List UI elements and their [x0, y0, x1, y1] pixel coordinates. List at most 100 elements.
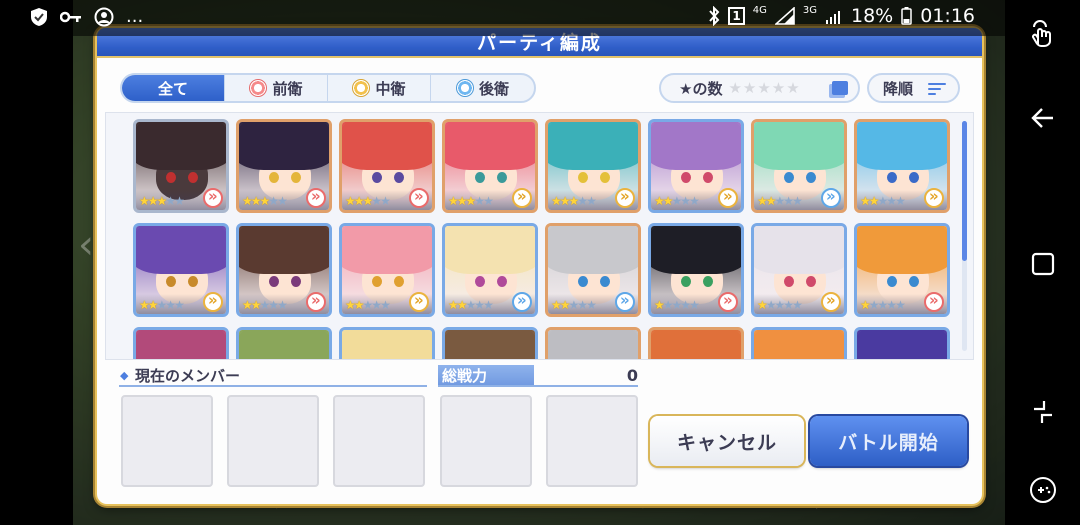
character-card[interactable]: ★★★★★: [236, 327, 332, 359]
character-card[interactable]: ★★★★★: [751, 119, 847, 213]
star-rating: ★★★★★: [448, 298, 494, 312]
star-filled-icon: ★: [242, 194, 253, 208]
scrollbar[interactable]: [962, 121, 967, 351]
character-card[interactable]: ★★★★★: [751, 223, 847, 317]
star-filled-icon: ★: [156, 194, 168, 208]
star-rating: ★★★★★: [139, 298, 185, 312]
star-empty-icon: ★: [474, 298, 485, 312]
character-card[interactable]: ★★★★★: [339, 327, 435, 359]
blue-chevron-icon: [455, 79, 474, 97]
star-filled-icon: ★: [654, 298, 665, 312]
scrollbar-thumb[interactable]: [962, 121, 967, 261]
star-rating: ★★★★★: [551, 194, 597, 208]
tab-middle[interactable]: 中衛: [328, 75, 431, 101]
star-empty-icon: ★: [868, 298, 880, 312]
character-card[interactable]: ★★★★★: [442, 223, 538, 317]
star-empty-icon: ★: [680, 194, 691, 208]
character-card[interactable]: ★★★★★: [236, 223, 332, 317]
back-arrow-icon: ‹: [78, 222, 94, 268]
character-portrait: [445, 330, 535, 359]
tab-front[interactable]: 前衛: [225, 75, 328, 101]
tab-front-label: 前衛: [272, 79, 303, 98]
member-slot-5[interactable]: [546, 395, 638, 487]
recents-icon[interactable]: [1027, 396, 1059, 428]
star-filled-icon: ★: [147, 298, 159, 312]
star-filled-icon: ★: [551, 194, 562, 208]
star-empty-icon: ★: [895, 194, 906, 208]
dropdown-icon: [832, 81, 848, 95]
star-rating: ★★★★★: [242, 194, 288, 208]
star-filled-icon: ★: [242, 298, 253, 312]
character-card[interactable]: ★★★★★: [545, 119, 641, 213]
character-card[interactable]: ★★★★★: [442, 327, 538, 359]
star-empty-icon: ★: [165, 194, 176, 208]
system-nav-bar: [1005, 0, 1080, 525]
star-empty-icon: ★: [259, 298, 271, 312]
star-empty-icon: ★: [483, 298, 494, 312]
red-role-icon: [306, 291, 326, 312]
game-tools-icon[interactable]: [1027, 474, 1059, 506]
character-list[interactable]: ★★★★★★★★★★★★★★★★★★★★★★★★★★★★★★★★★★★★★★★★…: [105, 112, 974, 360]
character-card[interactable]: ★★★★★: [545, 327, 641, 359]
character-card[interactable]: ★★★★★: [751, 327, 847, 359]
star-empty-icon: ★: [371, 194, 382, 208]
touch-gesture-icon[interactable]: [1027, 18, 1059, 50]
signal-bars-icon: [825, 8, 843, 24]
star-filled-icon: ★: [345, 298, 356, 312]
star-filled-icon: ★: [259, 194, 271, 208]
back-icon[interactable]: [1027, 102, 1059, 134]
star-empty-icon: ★: [174, 298, 185, 312]
star-empty-icon: ★: [689, 298, 700, 312]
sort-order-button[interactable]: 降順: [867, 73, 960, 103]
home-icon[interactable]: [1027, 248, 1059, 280]
character-card[interactable]: ★★★★★: [648, 119, 744, 213]
star-empty-icon: ★: [877, 298, 889, 312]
star-empty-icon: ★: [156, 298, 168, 312]
member-slot-3[interactable]: [333, 395, 425, 487]
star-rating: ★★★★★: [551, 298, 597, 312]
start-battle-button[interactable]: バトル開始: [810, 416, 967, 466]
clock: 01:16: [920, 5, 975, 27]
character-portrait: [548, 330, 638, 359]
star-empty-icon: ★: [662, 298, 674, 312]
character-card[interactable]: ★★★★★: [854, 327, 950, 359]
tab-all[interactable]: 全て: [122, 75, 225, 101]
character-card[interactable]: ★★★★★: [648, 327, 744, 359]
star-empty-icon: ★: [586, 194, 597, 208]
character-card[interactable]: ★★★★★: [648, 223, 744, 317]
yellow-role-icon: [615, 187, 635, 208]
star-empty-icon: ★: [277, 298, 288, 312]
character-card[interactable]: ★★★★★: [133, 223, 229, 317]
star-rating: ★★★★★: [345, 194, 391, 208]
character-card[interactable]: ★★★★★: [339, 119, 435, 213]
star-count-filter[interactable]: ★の数 ★★★★★: [659, 73, 860, 103]
character-card[interactable]: ★★★★★: [854, 223, 950, 317]
star-empty-icon: ★: [380, 298, 391, 312]
member-slot-2[interactable]: [227, 395, 319, 487]
character-card[interactable]: ★★★★★: [442, 119, 538, 213]
star-empty-icon: ★: [165, 298, 176, 312]
star-filled-icon: ★: [353, 194, 365, 208]
yellow-chevron-icon: [352, 79, 371, 97]
member-slot-1[interactable]: [121, 395, 213, 487]
star-filled-icon: ★: [465, 194, 477, 208]
character-card[interactable]: ★★★★★: [133, 119, 229, 213]
character-card[interactable]: ★★★★★: [339, 223, 435, 317]
battery-percent: 18%: [851, 5, 894, 27]
character-card[interactable]: ★★★★★: [236, 119, 332, 213]
character-card[interactable]: ★★★★★: [545, 223, 641, 317]
member-slot-4[interactable]: [440, 395, 532, 487]
star-empty-icon: ★: [483, 194, 494, 208]
cancel-button[interactable]: キャンセル: [650, 416, 804, 466]
red-chevron-icon: [249, 79, 268, 97]
star-filled-icon: ★: [456, 194, 468, 208]
star-empty-icon: ★: [371, 298, 382, 312]
character-card[interactable]: ★★★★★: [854, 119, 950, 213]
star-rating: ★★★★★: [757, 298, 803, 312]
star-empty-icon: ★: [268, 194, 279, 208]
star-filled-icon: ★: [250, 194, 262, 208]
blue-role-icon: [615, 291, 635, 312]
character-portrait: [342, 330, 432, 359]
character-card[interactable]: ★★★★★: [133, 327, 229, 359]
tab-rear[interactable]: 後衛: [431, 75, 534, 101]
